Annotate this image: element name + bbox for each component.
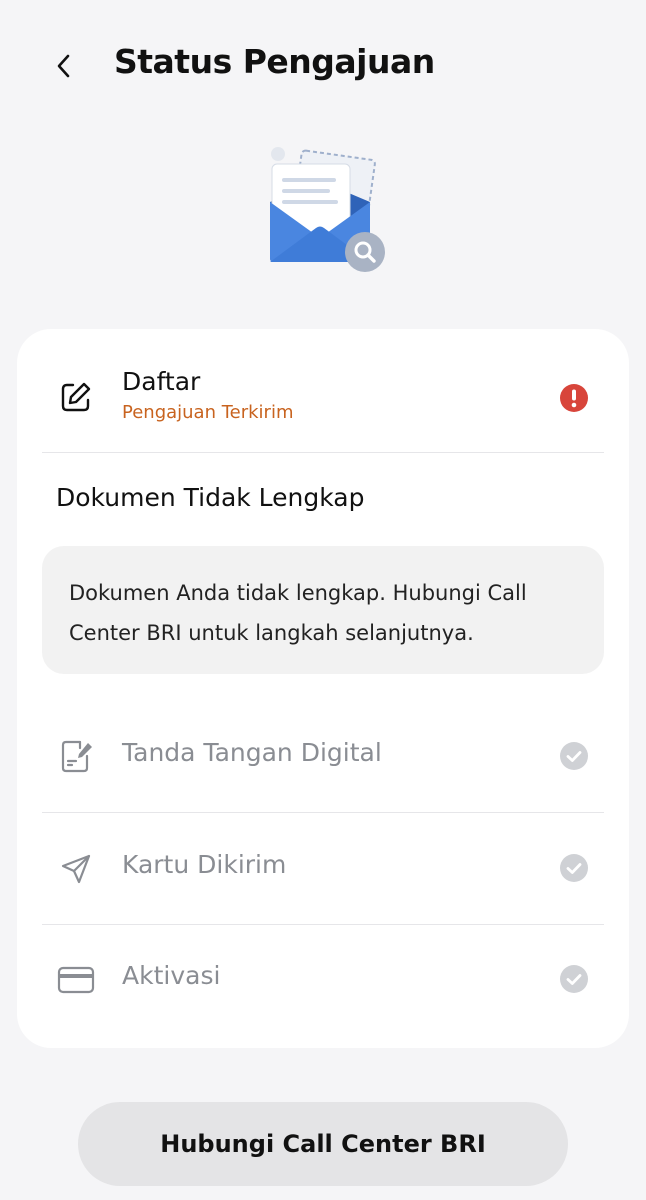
step-daftar-subtitle: Pengajuan Terkirim	[122, 402, 294, 423]
step-daftar: Daftar Pengajuan Terkirim	[42, 329, 604, 453]
divider	[42, 452, 604, 453]
check-circle-icon	[559, 741, 589, 771]
notice-heading: Dokumen Tidak Lengkap	[56, 483, 365, 512]
page-title: Status Pengajuan	[114, 42, 435, 81]
edit-icon	[56, 377, 96, 417]
check-circle-icon	[559, 964, 589, 994]
step-aktivasi-title: Aktivasi	[122, 961, 221, 990]
step-daftar-title: Daftar	[122, 367, 201, 396]
back-button[interactable]	[44, 46, 84, 86]
document-sign-icon	[56, 736, 96, 776]
check-circle-icon	[559, 853, 589, 883]
envelope-search-illustration	[258, 140, 398, 280]
status-card: Daftar Pengajuan Terkirim Dokumen Tidak …	[17, 329, 629, 1048]
header: Status Pengajuan	[0, 0, 646, 130]
chevron-left-icon	[57, 54, 70, 78]
call-center-button[interactable]: Hubungi Call Center BRI	[78, 1102, 568, 1186]
step-kartu-dikirim-title: Kartu Dikirim	[122, 850, 287, 879]
step-tanda-tangan: Tanda Tangan Digital	[42, 701, 604, 811]
step-tanda-tangan-title: Tanda Tangan Digital	[122, 738, 382, 767]
error-status-icon	[559, 383, 589, 413]
send-icon	[56, 849, 96, 889]
step-aktivasi: Aktivasi	[42, 925, 604, 1035]
notice-message: Dokumen Anda tidak lengkap. Hubungi Call…	[69, 581, 527, 645]
step-kartu-dikirim: Kartu Dikirim	[42, 813, 604, 923]
credit-card-icon	[56, 960, 96, 1000]
notice-message-box: Dokumen Anda tidak lengkap. Hubungi Call…	[42, 546, 604, 674]
